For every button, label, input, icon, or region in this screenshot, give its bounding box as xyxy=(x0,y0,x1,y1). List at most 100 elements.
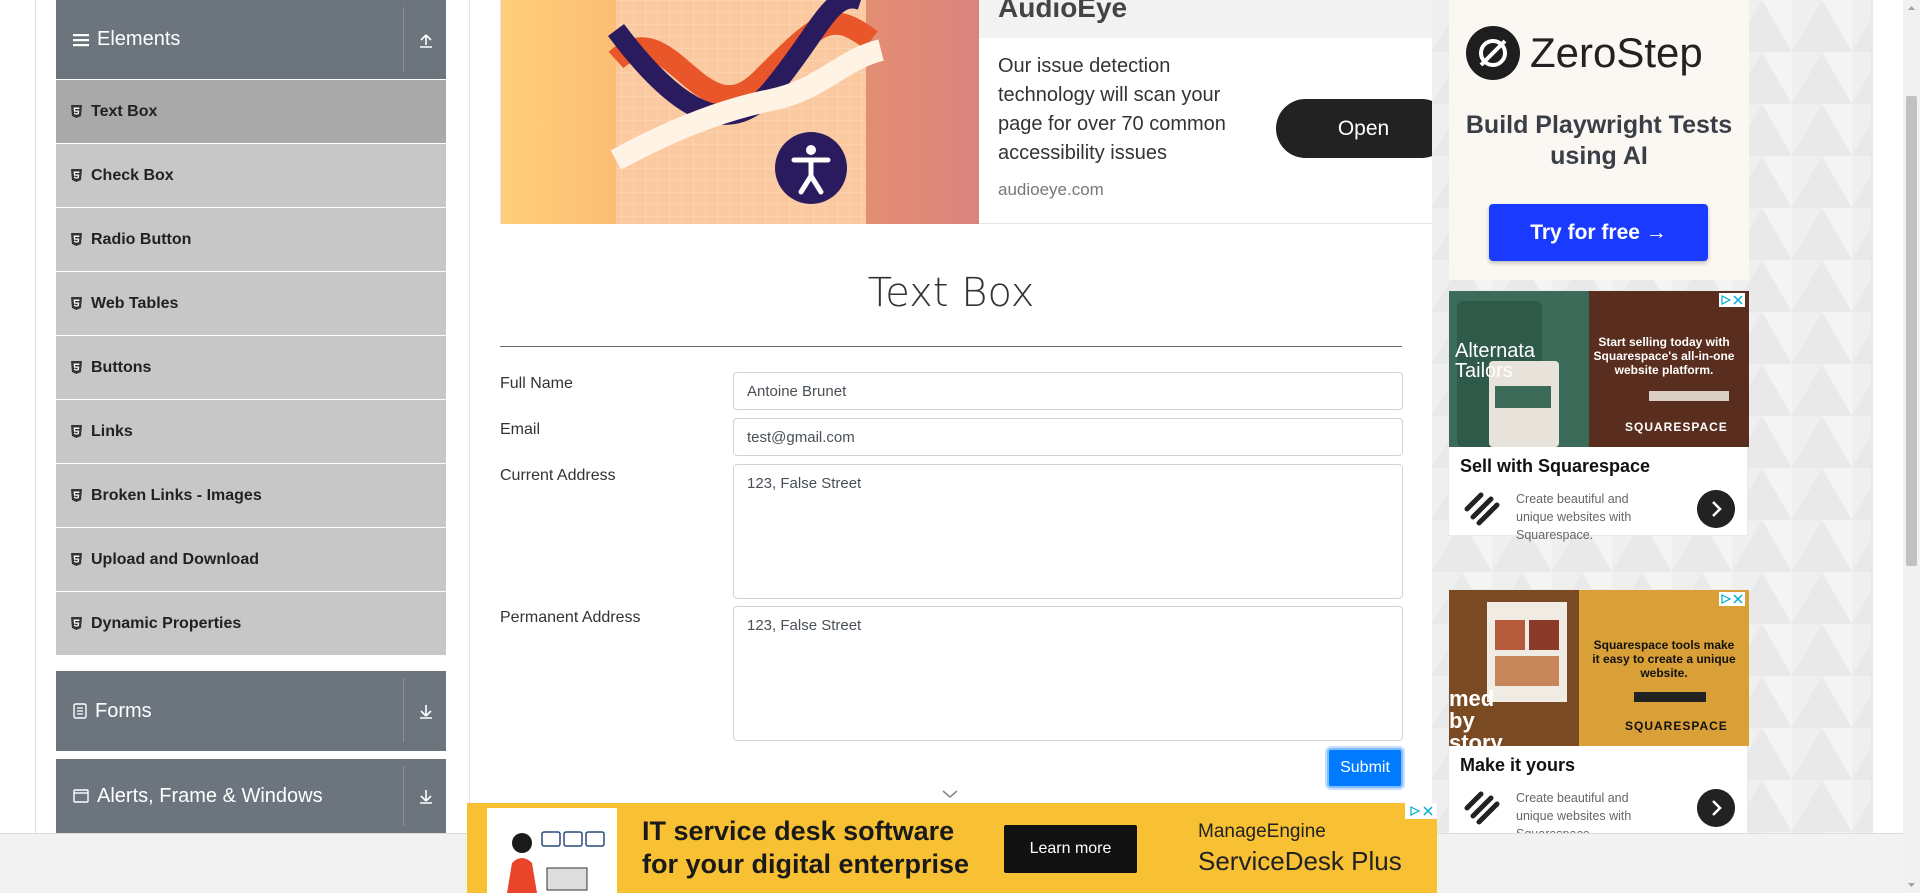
zerostep-logo: ZeroStep xyxy=(1466,26,1703,80)
group-title-elements: Elements xyxy=(97,28,181,50)
group-header-separator xyxy=(403,766,404,826)
sidebar-item-upload-download[interactable]: Upload and Download xyxy=(56,528,446,592)
ad-artwork xyxy=(501,0,979,224)
ad-open-button[interactable]: Open xyxy=(1276,99,1451,158)
email-input[interactable]: test@gmail.com xyxy=(733,418,1403,456)
sidebar-item-links[interactable]: Links xyxy=(56,400,446,464)
sidebar-item-dynamic-properties[interactable]: Dynamic Properties xyxy=(56,592,446,656)
sidebar-divider xyxy=(469,0,470,833)
sidebar-item-label: Web Tables xyxy=(91,294,179,312)
html5-icon xyxy=(71,169,82,182)
learn-more-button[interactable]: Learn more xyxy=(1004,825,1137,873)
upload-arrow-icon[interactable] xyxy=(416,30,436,50)
chevron-right-icon[interactable] xyxy=(1697,789,1735,827)
download-arrow-icon[interactable] xyxy=(416,701,436,721)
group-header-alerts-frame-windows[interactable]: Alerts, Frame & Windows xyxy=(56,759,446,833)
squarespace-logo-icon xyxy=(1464,791,1500,825)
ad-image-footer: SQUARESPACE xyxy=(1625,420,1728,434)
window-icon xyxy=(73,789,89,803)
zerostep-ad[interactable]: ZeroStep Build Playwright Tests using AI… xyxy=(1449,0,1749,280)
ad-info-icon[interactable] xyxy=(1409,806,1420,816)
close-icon[interactable] xyxy=(1733,594,1743,604)
try-for-free-button[interactable]: Try for free → xyxy=(1489,204,1708,261)
chevron-down-icon[interactable] xyxy=(941,788,959,800)
close-icon[interactable] xyxy=(1422,806,1433,816)
html5-icon xyxy=(71,489,82,502)
sidebar-item-web-tables[interactable]: Web Tables xyxy=(56,272,446,336)
submit-button[interactable]: Submit xyxy=(1327,748,1403,788)
ad-domain[interactable]: audioeye.com xyxy=(998,180,1104,200)
page-title: Text Box xyxy=(867,270,1035,316)
ad-brand: AudioEye xyxy=(998,0,1128,23)
permanent-address-label: Permanent Address xyxy=(500,609,641,626)
ad-info-icon[interactable] xyxy=(1721,295,1731,305)
ad-brand-product: ServiceDesk Plus xyxy=(1198,846,1402,876)
html5-icon xyxy=(71,617,82,630)
email-label: Email xyxy=(500,421,541,438)
close-icon[interactable] xyxy=(1733,295,1743,305)
right-edge xyxy=(1871,0,1873,833)
elements-menu: Text Box Check Box Radio Button Web Tabl… xyxy=(56,80,446,656)
page: Elements Text Box Check Box Radio Button… xyxy=(0,0,1920,893)
scrollbar-thumb[interactable] xyxy=(1906,96,1917,566)
sidebar-item-check-box[interactable]: Check Box xyxy=(56,144,446,208)
ad-copy: Our issue detection technology will scan… xyxy=(998,55,1226,164)
ad-choices[interactable] xyxy=(1719,293,1745,307)
sidebar-item-buttons[interactable]: Buttons xyxy=(56,336,446,400)
group-title-forms: Forms xyxy=(95,699,152,722)
full-name-input[interactable]: Antoine Brunet xyxy=(733,372,1403,410)
ad-image-side-text: med by story xyxy=(1449,686,1503,755)
ad-headline: IT service desk software for your digita… xyxy=(642,815,969,881)
html5-icon xyxy=(71,553,82,566)
ad-choices[interactable] xyxy=(1405,803,1437,819)
current-address-textarea[interactable]: 123, False Street xyxy=(733,464,1403,599)
sidebar-item-text-box[interactable]: Text Box xyxy=(56,80,446,144)
sidebar-item-label: Upload and Download xyxy=(91,550,259,568)
helpdesk-illustration-image xyxy=(487,808,617,893)
page-scrollbar[interactable] xyxy=(1903,0,1920,893)
sidebar-item-label: Broken Links - Images xyxy=(91,486,262,504)
permanent-address-textarea[interactable]: 123, False Street xyxy=(733,606,1403,741)
zerostep-brand: ZeroStep xyxy=(1530,29,1703,76)
left-border xyxy=(35,0,36,833)
full-name-label: Full Name xyxy=(500,375,573,392)
scroll-up-arrow-icon[interactable] xyxy=(1903,2,1920,14)
sidebar-item-label: Buttons xyxy=(91,358,152,376)
audioeye-ad[interactable]: AudioEye Our issue detection technology … xyxy=(500,0,1451,224)
html5-icon xyxy=(71,297,82,310)
ad-brand-company: ManageEngine xyxy=(1198,821,1326,842)
current-address-label: Current Address xyxy=(500,467,616,484)
squarespace-ad-sell[interactable]: Alternata Tailors Start selling today wi… xyxy=(1448,290,1749,542)
ad-headline: Sell with Squarespace xyxy=(1460,456,1651,476)
html5-icon xyxy=(71,105,82,118)
zerostep-headline: Build Playwright Tests using AI xyxy=(1465,111,1733,170)
group-header-separator xyxy=(403,678,404,742)
sidebar-item-label: Dynamic Properties xyxy=(91,614,242,632)
html5-icon xyxy=(71,361,82,374)
accessibility-art-image xyxy=(608,0,979,224)
html5-icon xyxy=(71,233,82,246)
heading-divider xyxy=(500,346,1402,347)
ad-image-tagline: Start selling today with Squarespace's a… xyxy=(1593,335,1735,377)
squarespace-ad-make-it-yours[interactable]: med by story Squarespace tools make it e… xyxy=(1448,589,1749,841)
ad-headline-line2: for your digital enterprise xyxy=(642,849,970,879)
ad-info-icon[interactable] xyxy=(1721,594,1731,604)
group-header-elements[interactable]: Elements xyxy=(56,0,446,79)
squarespace-logo-icon xyxy=(1464,492,1500,526)
ad-description: Create beautiful and unique websites wit… xyxy=(1516,492,1632,542)
sidebar-item-broken-links[interactable]: Broken Links - Images xyxy=(56,464,446,528)
sidebar-item-radio-button[interactable]: Radio Button xyxy=(56,208,446,272)
sidebar-item-label: Radio Button xyxy=(91,230,192,248)
group-header-separator xyxy=(403,7,404,71)
manageengine-ad[interactable]: IT service desk software for your digita… xyxy=(467,803,1437,893)
ad-choices[interactable] xyxy=(1719,592,1745,606)
download-arrow-icon[interactable] xyxy=(416,786,436,806)
group-title-alerts: Alerts, Frame & Windows xyxy=(97,784,323,807)
chevron-right-icon[interactable] xyxy=(1697,490,1735,528)
hamburger-icon xyxy=(73,33,89,46)
group-header-forms[interactable]: Forms xyxy=(56,671,446,751)
ad-image-tagline: Squarespace tools make it easy to create… xyxy=(1592,638,1736,680)
sidebar-item-label: Links xyxy=(91,422,133,440)
scroll-down-arrow-icon[interactable] xyxy=(1903,879,1920,891)
html5-icon xyxy=(71,425,82,438)
